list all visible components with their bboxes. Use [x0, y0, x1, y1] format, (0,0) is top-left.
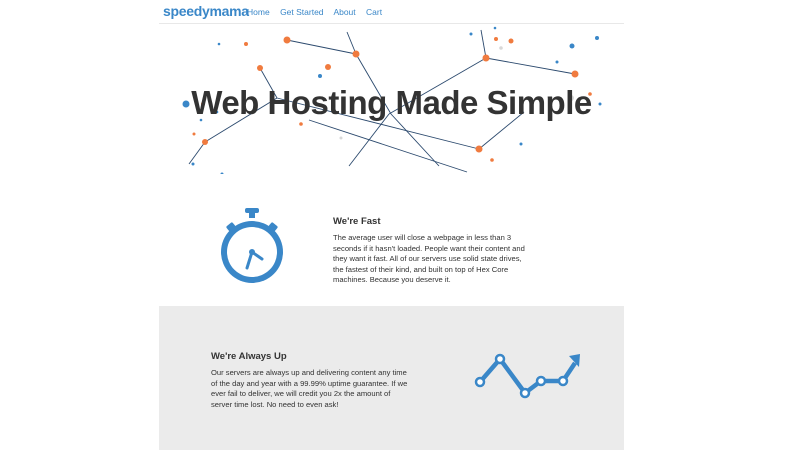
feature-fast-text: We're Fast The average user will close a… [333, 216, 533, 286]
nav-link-get-started[interactable]: Get Started [280, 7, 323, 17]
feature-always-up-heading: We're Always Up [211, 351, 287, 362]
hero-title: Web Hosting Made Simple [191, 84, 592, 121]
uptime-graph-icon [474, 353, 580, 399]
page: speedymama Home Get Started About Cart W… [159, 0, 624, 450]
feature-fast: We're Fast The average user will close a… [159, 205, 624, 305]
stopwatch-icon [221, 208, 283, 283]
hero-banner: Web Hosting Made Simple [159, 24, 624, 174]
feature-fast-heading: We're Fast [333, 216, 381, 227]
logo[interactable]: speedymama [163, 3, 249, 19]
feature-always-up-body: Our servers are always up and delivering… [211, 368, 408, 409]
nav-links: Home Get Started About Cart [247, 7, 390, 17]
feature-always-up-text: We're Always Up Our servers are always u… [211, 351, 411, 410]
feature-fast-body: The average user will close a webpage in… [333, 233, 525, 285]
feature-always-up: We're Always Up Our servers are always u… [159, 306, 624, 450]
navbar: speedymama Home Get Started About Cart [159, 0, 624, 24]
nav-link-cart[interactable]: Cart [366, 7, 382, 17]
nav-link-about[interactable]: About [333, 7, 355, 17]
nav-link-home[interactable]: Home [247, 7, 270, 17]
